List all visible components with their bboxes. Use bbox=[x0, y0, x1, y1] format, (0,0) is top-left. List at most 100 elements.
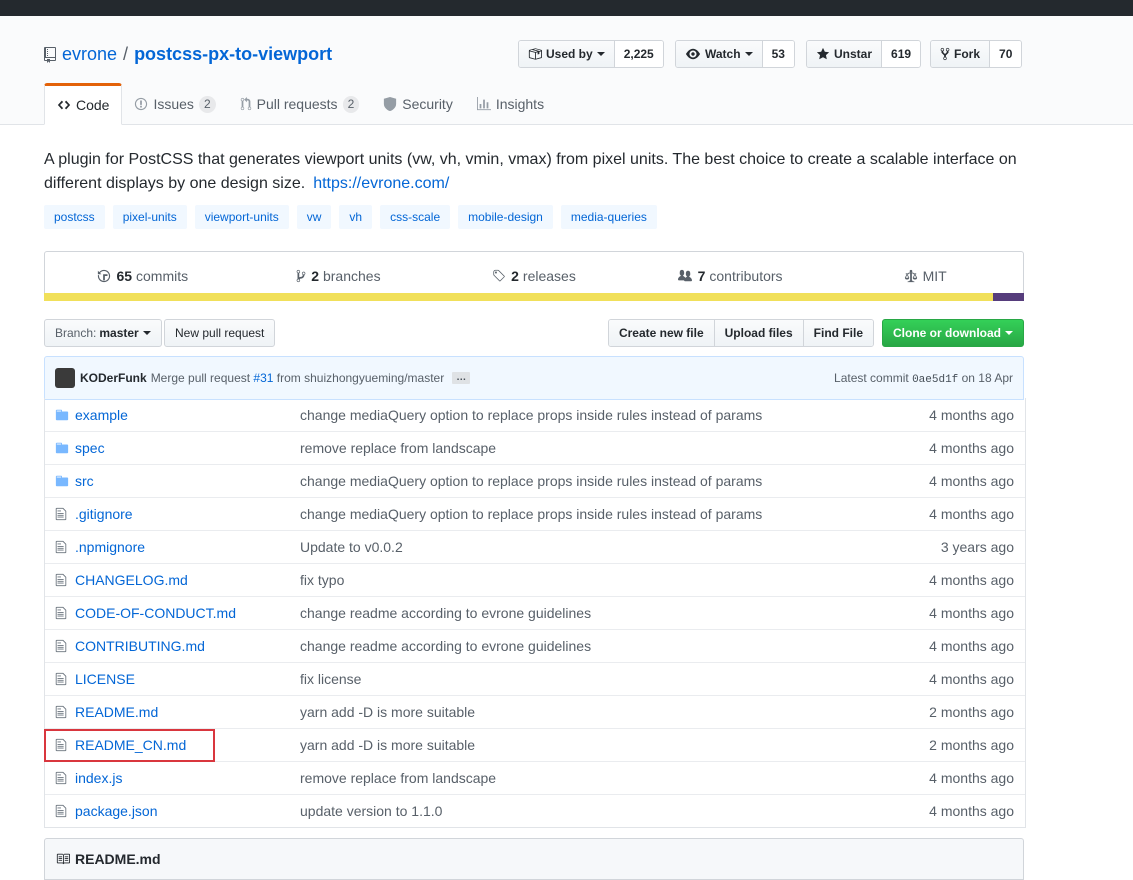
branches-count: 2 bbox=[311, 268, 319, 284]
file-row[interactable]: src change mediaQuery option to replace p… bbox=[45, 464, 1025, 497]
file-icon bbox=[55, 540, 71, 554]
used-by-label: Used by bbox=[546, 47, 593, 61]
homepage-link[interactable]: https://evrone.com/ bbox=[313, 175, 449, 192]
file-name-link[interactable]: .gitignore bbox=[75, 506, 300, 522]
tab-label: Pull requests bbox=[256, 96, 338, 112]
commit-author[interactable]: KODerFunk bbox=[80, 371, 147, 385]
file-row[interactable]: CHANGELOG.md fix typo 4 months ago bbox=[45, 563, 1025, 596]
commit-pr-link[interactable]: #31 bbox=[253, 371, 273, 385]
file-name-link[interactable]: spec bbox=[75, 440, 300, 456]
file-name-link[interactable]: index.js bbox=[75, 770, 300, 786]
repo-tabs: Code Issues 2 Pull requests 2 Security Ins… bbox=[44, 83, 556, 125]
file-row[interactable]: example change mediaQuery option to repla… bbox=[45, 398, 1025, 431]
file-icon bbox=[55, 507, 71, 521]
commit-message-link[interactable]: remove replace from landscape bbox=[300, 770, 780, 786]
file-row[interactable]: spec remove replace from landscape 4 month… bbox=[45, 431, 1025, 464]
commit-message-link[interactable]: yarn add -D is more suitable bbox=[300, 737, 780, 753]
new-pull-request-button[interactable]: New pull request bbox=[164, 319, 276, 347]
commit-message-link[interactable]: remove replace from landscape bbox=[300, 440, 780, 456]
star-icon bbox=[816, 47, 830, 60]
file-name-link[interactable]: .npmignore bbox=[75, 539, 300, 555]
file-name-link[interactable]: README.md bbox=[75, 704, 300, 720]
commit-message-link[interactable]: change mediaQuery option to replace prop… bbox=[300, 506, 780, 522]
topic-tag[interactable]: vh bbox=[339, 205, 373, 229]
repo-owner-link[interactable]: evrone bbox=[62, 44, 117, 65]
latest-commit-label: Latest commit bbox=[834, 370, 909, 385]
shield-icon bbox=[384, 97, 397, 111]
tab-insights[interactable]: Insights bbox=[465, 84, 556, 124]
tab-pull-requests[interactable]: Pull requests 2 bbox=[228, 84, 372, 124]
commit-sha[interactable]: 0ae5d1f bbox=[912, 374, 958, 386]
file-name-link[interactable]: package.json bbox=[75, 803, 300, 819]
commit-message-link[interactable]: update version to 1.1.0 bbox=[300, 803, 780, 819]
commit-message-link[interactable]: Update to v0.0.2 bbox=[300, 539, 780, 555]
branch-select[interactable]: Branch: master bbox=[44, 319, 162, 347]
pr-counter: 2 bbox=[342, 95, 360, 113]
chevron-down-icon bbox=[596, 52, 605, 56]
watch-label: Watch bbox=[705, 47, 741, 61]
fork-count[interactable]: 70 bbox=[989, 41, 1022, 67]
used-by-button[interactable]: Used by bbox=[519, 41, 614, 67]
file-row[interactable]: LICENSE fix license 4 months ago bbox=[45, 662, 1025, 695]
commit-message-link[interactable]: change mediaQuery option to replace prop… bbox=[300, 407, 780, 423]
commit-message-suffix[interactable]: from shuizhongyueming/master bbox=[277, 371, 444, 385]
commit-message-link[interactable]: change mediaQuery option to replace prop… bbox=[300, 473, 780, 489]
file-row[interactable]: .npmignore Update to v0.0.2 3 years ago bbox=[45, 530, 1025, 563]
file-row[interactable]: package.json update version to 1.1.0 4 mon… bbox=[45, 794, 1025, 827]
contributors-count: 7 bbox=[697, 268, 706, 284]
file-name-link[interactable]: CONTRIBUTING.md bbox=[75, 638, 300, 654]
file-row[interactable]: README.md yarn add -D is more suitable 2 m… bbox=[45, 695, 1025, 728]
file-row[interactable]: index.js remove replace from landscape 4 m… bbox=[45, 761, 1025, 794]
create-new-file-button[interactable]: Create new file bbox=[608, 320, 715, 346]
file-name-link[interactable]: example bbox=[75, 407, 300, 423]
commit-message-link[interactable]: fix license bbox=[300, 671, 780, 687]
fork-label: Fork bbox=[954, 47, 981, 61]
file-name-link[interactable]: src bbox=[75, 473, 300, 489]
fork-button[interactable]: Fork bbox=[931, 41, 990, 67]
commit-message-link[interactable]: fix typo bbox=[300, 572, 780, 588]
topic-tag[interactable]: vw bbox=[296, 205, 332, 229]
topic-tag[interactable]: pixel-units bbox=[112, 205, 187, 229]
file-name-link[interactable]: CHANGELOG.md bbox=[75, 572, 300, 588]
chevron-down-icon bbox=[142, 331, 151, 335]
commit-age: 4 months ago bbox=[929, 671, 1014, 687]
file-row[interactable]: CODE-OF-CONDUCT.md change readme accordin… bbox=[45, 596, 1025, 629]
repo-name-link[interactable]: postcss-px-to-viewport bbox=[134, 44, 332, 65]
tab-issues[interactable]: Issues 2 bbox=[122, 84, 227, 124]
commits-count: 65 bbox=[116, 268, 133, 284]
commit-message-link[interactable]: yarn add -D is more suitable bbox=[300, 704, 780, 720]
topic-tag[interactable]: postcss bbox=[44, 205, 105, 229]
file-navigation: Branch: master New pull request Create ne… bbox=[44, 319, 1024, 347]
tab-security[interactable]: Security bbox=[371, 84, 465, 124]
used-by-count[interactable]: 2,225 bbox=[613, 41, 663, 67]
commit-age: 2 months ago bbox=[929, 737, 1014, 753]
folder-icon bbox=[55, 441, 71, 455]
star-count[interactable]: 619 bbox=[881, 41, 921, 67]
commit-message-prefix[interactable]: Merge pull request bbox=[151, 371, 250, 385]
topic-tag[interactable]: mobile-design bbox=[458, 205, 553, 229]
file-row[interactable]: .gitignore change mediaQuery option to re… bbox=[45, 497, 1025, 530]
topic-tag[interactable]: viewport-units bbox=[194, 205, 289, 229]
highlight-box bbox=[44, 729, 215, 762]
commit-message-link[interactable]: change readme according to evrone guidel… bbox=[300, 638, 780, 654]
commit-age: 4 months ago bbox=[929, 638, 1014, 654]
graph-icon bbox=[476, 97, 491, 111]
file-name-link[interactable]: LICENSE bbox=[75, 671, 300, 687]
commit-message-link[interactable]: change readme according to evrone guidel… bbox=[300, 605, 780, 621]
clone-download-button[interactable]: Clone or download bbox=[882, 319, 1024, 347]
topic-tag[interactable]: media-queries bbox=[560, 205, 657, 229]
unstar-button[interactable]: Unstar bbox=[807, 41, 882, 67]
topic-tag[interactable]: css-scale bbox=[380, 205, 451, 229]
branch-name: master bbox=[99, 326, 139, 340]
file-name-link[interactable]: CODE-OF-CONDUCT.md bbox=[75, 605, 300, 621]
expand-commit-button[interactable]: … bbox=[452, 372, 471, 384]
code-icon bbox=[57, 100, 71, 110]
watch-button[interactable]: Watch bbox=[676, 41, 762, 67]
file-list: example change mediaQuery option to repla… bbox=[44, 398, 1026, 828]
find-file-button[interactable]: Find File bbox=[803, 320, 873, 346]
tab-code[interactable]: Code bbox=[44, 83, 123, 125]
avatar[interactable] bbox=[55, 368, 75, 388]
watch-count[interactable]: 53 bbox=[761, 41, 794, 67]
file-row[interactable]: CONTRIBUTING.md change readme according t… bbox=[45, 629, 1025, 662]
upload-files-button[interactable]: Upload files bbox=[714, 320, 804, 346]
